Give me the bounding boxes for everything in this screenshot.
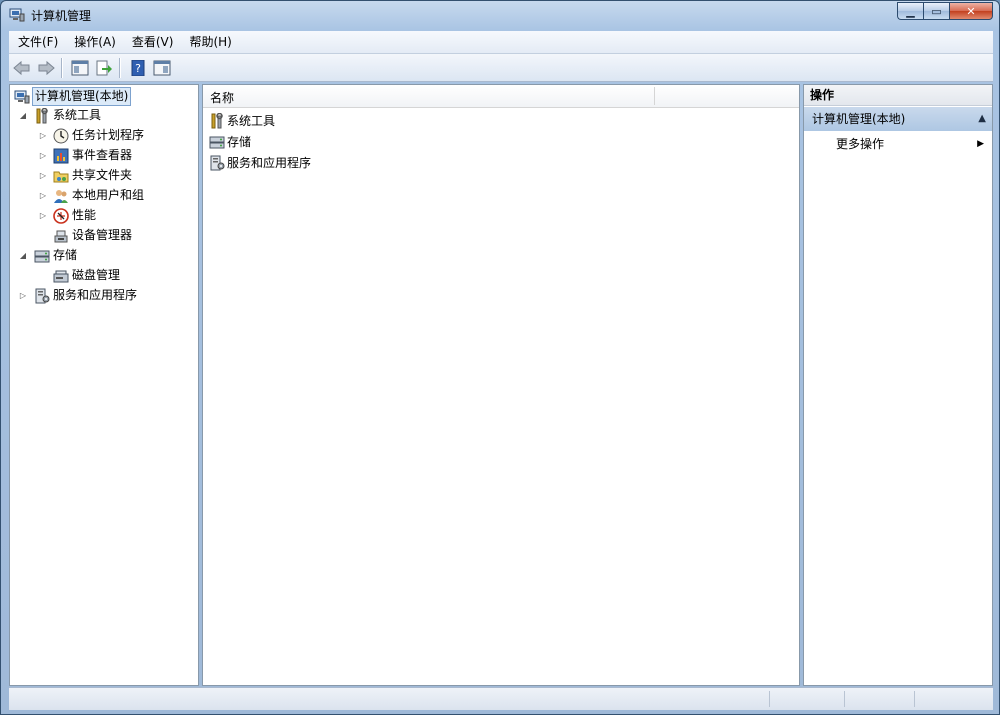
tree-label: 服务和应用程序 — [53, 288, 138, 302]
console-tree-pane: 计算机管理(本地) ◢ 系统工具 ▷ 任务计划程序 ▷ 事件查看器 ▷ 共享文件… — [9, 84, 199, 686]
back-button[interactable] — [11, 57, 33, 79]
shared-folder-icon — [53, 168, 69, 184]
results-pane: 名称 系统工具 存储 服务和应用程序 — [202, 84, 800, 686]
tree-label: 系统工具 — [53, 108, 102, 122]
menu-file[interactable]: 文件(F) — [9, 31, 65, 53]
export-list-button[interactable] — [93, 57, 115, 79]
menu-bar: 文件(F) 操作(A) 查看(V) 帮助(H) — [9, 31, 993, 54]
computer-management-icon — [14, 89, 30, 105]
expand-arrow-icon[interactable]: ▷ — [38, 126, 48, 145]
status-divider — [844, 691, 845, 707]
actions-group-header[interactable]: 计算机管理(本地) ▲ — [804, 107, 992, 131]
minimize-button[interactable]: ▁ — [897, 2, 923, 20]
title-bar[interactable]: 计算机管理 ▁ ▭ ✕ — [1, 1, 999, 29]
column-divider[interactable] — [654, 87, 655, 105]
status-divider — [914, 691, 915, 707]
tree-label: 任务计划程序 — [72, 128, 145, 142]
tools-icon — [34, 107, 50, 124]
menu-view[interactable]: 查看(V) — [123, 31, 181, 53]
export-list-icon — [96, 60, 112, 75]
expand-arrow-icon[interactable]: ▷ — [38, 186, 48, 205]
toolbar-separator — [61, 57, 63, 78]
show-hide-console-tree-button[interactable] — [69, 57, 91, 79]
tree-label: 设备管理器 — [72, 228, 133, 242]
tree-item-task-scheduler[interactable]: ▷ 任务计划程序 — [10, 126, 198, 145]
performance-icon — [53, 208, 69, 224]
storage-icon — [209, 134, 225, 150]
tree-item-device-manager[interactable]: 设备管理器 — [10, 226, 198, 245]
column-header-row: 名称 — [203, 85, 799, 108]
actions-group-label: 计算机管理(本地) — [812, 112, 906, 126]
list-item-label: 系统工具 — [227, 114, 276, 128]
tree-item-shared-folders[interactable]: ▷ 共享文件夹 — [10, 166, 198, 185]
tree-label: 存储 — [53, 248, 78, 262]
event-viewer-icon — [53, 148, 69, 164]
computer-management-icon — [9, 7, 25, 23]
window-title: 计算机管理 — [31, 9, 92, 23]
tree-item-services-applications[interactable]: ▷ 服务和应用程序 — [10, 286, 198, 305]
maximize-icon: ▭ — [931, 4, 942, 18]
tree-label: 性能 — [72, 208, 97, 222]
svg-text:?: ? — [135, 62, 141, 75]
tree-item-local-users-groups[interactable]: ▷ 本地用户和组 — [10, 186, 198, 205]
tree-item-event-viewer[interactable]: ▷ 事件查看器 — [10, 146, 198, 165]
tree-label: 本地用户和组 — [72, 188, 145, 202]
status-divider — [769, 691, 770, 707]
storage-icon — [34, 248, 50, 264]
tools-icon — [209, 112, 225, 129]
caption-buttons: ▁ ▭ ✕ — [897, 2, 993, 21]
list-item-label: 存储 — [227, 135, 252, 149]
tree-item-storage[interactable]: ◢ 存储 — [10, 246, 198, 265]
more-actions-item[interactable]: 更多操作 — [836, 134, 884, 154]
tree-item-performance[interactable]: ▷ 性能 — [10, 206, 198, 225]
forward-button[interactable] — [35, 57, 57, 79]
toolbar: ? — [9, 54, 993, 82]
submenu-arrow-icon[interactable]: ▶ — [977, 134, 984, 154]
app-window: 计算机管理 ▁ ▭ ✕ 文件(F) 操作(A) 查看(V) 帮助(H) ? 计算… — [0, 0, 1000, 715]
services-icon — [34, 288, 50, 304]
menu-help[interactable]: 帮助(H) — [180, 31, 238, 53]
close-button[interactable]: ✕ — [949, 2, 993, 20]
collapse-arrow-icon[interactable]: ◢ — [18, 246, 28, 265]
tree-label: 共享文件夹 — [72, 168, 133, 182]
forward-arrow-icon — [38, 60, 55, 75]
close-icon: ✕ — [966, 4, 976, 18]
collapse-triangle-icon[interactable]: ▲ — [978, 107, 986, 131]
list-item-label: 服务和应用程序 — [227, 156, 312, 170]
help-button[interactable]: ? — [127, 57, 149, 79]
toolbar-separator — [119, 57, 121, 78]
menu-action[interactable]: 操作(A) — [65, 31, 123, 53]
show-hide-action-pane-button[interactable] — [151, 57, 173, 79]
device-manager-icon — [53, 228, 69, 244]
tree-item-system-tools[interactable]: ◢ 系统工具 — [10, 106, 198, 125]
expand-arrow-icon[interactable]: ▷ — [38, 146, 48, 165]
action-pane-icon — [153, 60, 171, 75]
console-tree-icon — [71, 60, 89, 75]
collapse-arrow-icon[interactable]: ◢ — [18, 106, 28, 125]
disk-icon — [53, 268, 69, 284]
clock-icon — [53, 128, 69, 144]
help-icon: ? — [131, 59, 145, 76]
expand-arrow-icon[interactable]: ▷ — [18, 286, 28, 305]
tree-label: 磁盘管理 — [72, 268, 121, 282]
expand-arrow-icon[interactable]: ▷ — [38, 206, 48, 225]
tree-item-disk-management[interactable]: 磁盘管理 — [10, 266, 198, 285]
actions-pane: 操作 计算机管理(本地) ▲ 更多操作 ▶ — [803, 84, 993, 686]
minimize-icon: ▁ — [906, 4, 915, 18]
maximize-button[interactable]: ▭ — [923, 2, 949, 20]
actions-header: 操作 — [804, 85, 992, 106]
tree-label-root: 计算机管理(本地) — [32, 87, 132, 106]
back-arrow-icon — [13, 60, 30, 75]
users-icon — [53, 188, 69, 204]
expand-arrow-icon[interactable]: ▷ — [38, 166, 48, 185]
status-bar — [9, 687, 993, 710]
services-icon — [209, 155, 225, 171]
tree-label: 事件查看器 — [72, 148, 133, 162]
column-header-name[interactable]: 名称 — [210, 89, 234, 106]
